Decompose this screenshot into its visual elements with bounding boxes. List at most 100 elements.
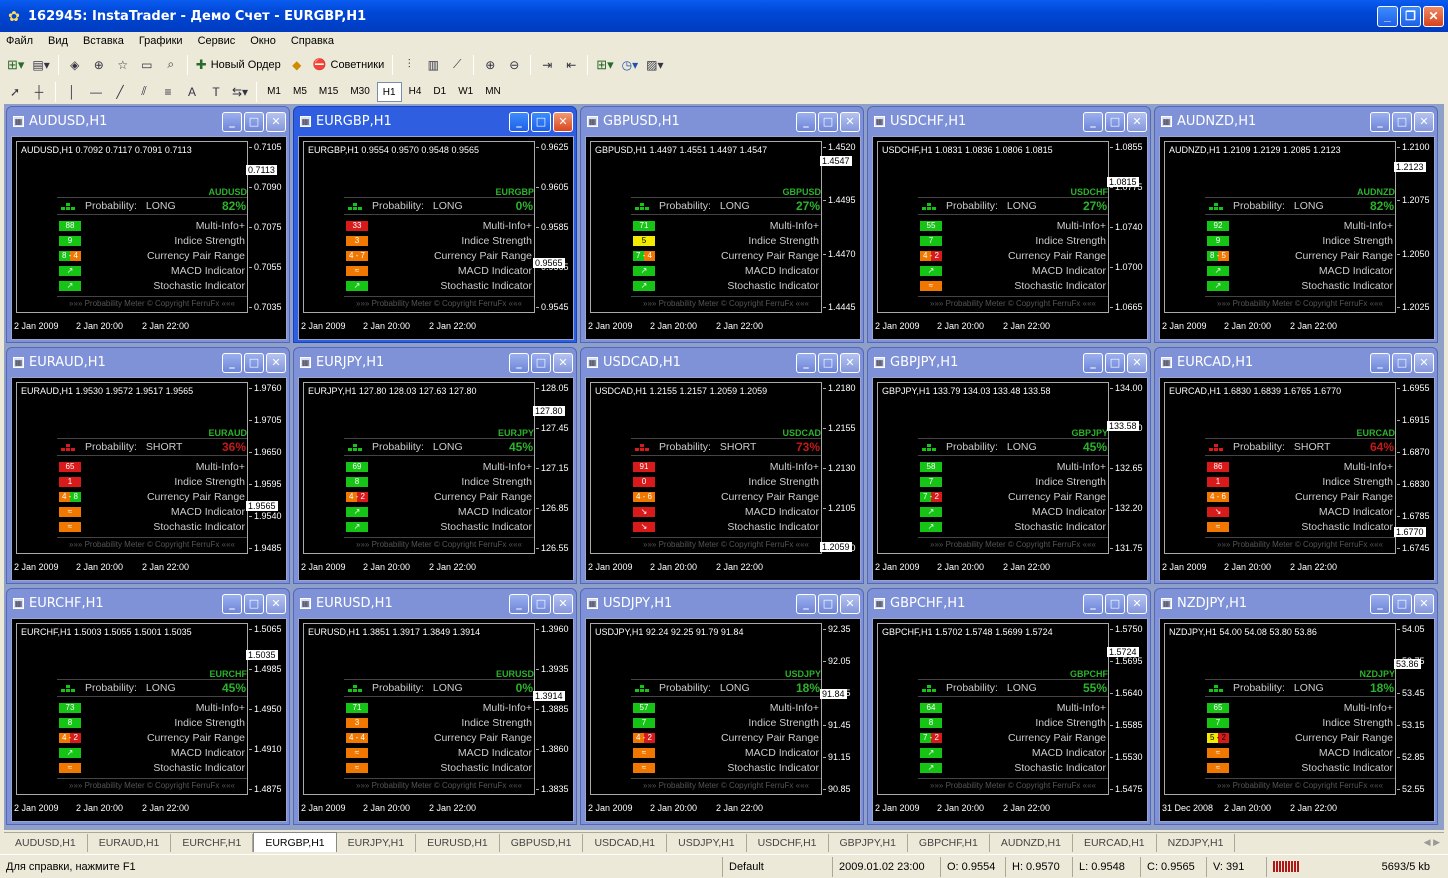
chart-window-titlebar[interactable]: ▦ GBPJPY,H1 _ □ ✕ xyxy=(868,348,1150,377)
menu-window[interactable]: Окно xyxy=(250,35,276,47)
chart-window[interactable]: ▦ EURUSD,H1 _ □ ✕ EURUSD,H1 1.3851 1.3917 1.3… xyxy=(293,588,577,825)
chart-window[interactable]: ▦ GBPUSD,H1 _ □ ✕ GBPUSD,H1 1.4497 1.4551 1.4… xyxy=(580,106,864,343)
chart-plot[interactable]: EURCAD,H1 1.6830 1.6839 1.6765 1.6770 EUR… xyxy=(1164,382,1396,554)
chart-minimize-button[interactable]: _ xyxy=(1370,112,1390,132)
chart-window-titlebar[interactable]: ▦ GBPUSD,H1 _ □ ✕ xyxy=(581,107,863,136)
chart-minimize-button[interactable]: _ xyxy=(509,594,529,614)
chart-shift-button[interactable]: ⇤ xyxy=(560,54,582,76)
chart-close-button[interactable]: ✕ xyxy=(553,353,573,373)
chart-maximize-button[interactable]: □ xyxy=(1392,594,1412,614)
chart-minimize-button[interactable]: _ xyxy=(1083,353,1103,373)
chart-tab[interactable]: AUDNZD,H1 xyxy=(990,834,1073,852)
chart-plot[interactable]: GBPUSD,H1 1.4497 1.4551 1.4497 1.4547 GBP… xyxy=(590,141,822,313)
chart-close-button[interactable]: ✕ xyxy=(266,353,286,373)
chart-close-button[interactable]: ✕ xyxy=(1127,594,1147,614)
chart-area[interactable]: GBPJPY,H1 133.79 134.03 133.48 133.58 GBP… xyxy=(872,377,1148,581)
chart-tab[interactable]: AUDUSD,H1 xyxy=(4,834,88,852)
cursor-tool[interactable]: ➚ xyxy=(4,81,26,103)
chart-area[interactable]: GBPCHF,H1 1.5702 1.5748 1.5699 1.5724 GBP… xyxy=(872,618,1148,822)
text-tool[interactable]: A xyxy=(181,81,203,103)
chart-window[interactable]: ▦ EURCHF,H1 _ □ ✕ EURCHF,H1 1.5003 1.5055 1.5… xyxy=(6,588,290,825)
bar-chart-button[interactable]: ⫶ xyxy=(398,54,420,76)
menu-charts[interactable]: Графики xyxy=(139,35,183,47)
chart-tab[interactable]: EURJPY,H1 xyxy=(337,834,417,852)
chart-plot[interactable]: GBPCHF,H1 1.5702 1.5748 1.5699 1.5724 GBP… xyxy=(877,623,1109,795)
chart-maximize-button[interactable]: □ xyxy=(1105,594,1125,614)
chart-maximize-button[interactable]: □ xyxy=(244,594,264,614)
chart-area[interactable]: EURJPY,H1 127.80 128.03 127.63 127.80 EUR… xyxy=(298,377,574,581)
periods-button[interactable]: ◷▾ xyxy=(619,54,642,76)
chart-close-button[interactable]: ✕ xyxy=(553,594,573,614)
chart-close-button[interactable]: ✕ xyxy=(266,594,286,614)
candlestick-button[interactable]: ▥ xyxy=(422,54,444,76)
chart-window-titlebar[interactable]: ▦ EURAUD,H1 _ □ ✕ xyxy=(7,348,289,377)
chart-plot[interactable]: EURJPY,H1 127.80 128.03 127.63 127.80 EUR… xyxy=(303,382,535,554)
chart-maximize-button[interactable]: □ xyxy=(818,353,838,373)
chart-minimize-button[interactable]: _ xyxy=(509,112,529,132)
line-chart-button[interactable]: ⟋ xyxy=(446,54,468,76)
chart-tab[interactable]: EURUSD,H1 xyxy=(416,834,500,852)
new-order-button[interactable]: ✚ Новый Ордер xyxy=(193,54,284,76)
chart-tab[interactable]: GBPCHF,H1 xyxy=(908,834,990,852)
chart-window-titlebar[interactable]: ▦ EURGBP,H1 _ □ ✕ xyxy=(294,107,576,136)
arrows-tool[interactable]: ⇆▾ xyxy=(229,81,251,103)
chart-maximize-button[interactable]: □ xyxy=(531,594,551,614)
chart-tab[interactable]: EURGBP,H1 xyxy=(253,832,337,852)
tf-mn[interactable]: MN xyxy=(480,82,506,102)
indicators-button[interactable]: ⊞▾ xyxy=(593,54,616,76)
menu-file[interactable]: Файл xyxy=(6,35,33,47)
chart-area[interactable]: USDCAD,H1 1.2155 1.2157 1.2059 1.2059 USD… xyxy=(585,377,861,581)
chart-area[interactable]: EURUSD,H1 1.3851 1.3917 1.3849 1.3914 EUR… xyxy=(298,618,574,822)
chart-minimize-button[interactable]: _ xyxy=(222,594,242,614)
chart-window[interactable]: ▦ USDCAD,H1 _ □ ✕ USDCAD,H1 1.2155 1.2157 1.2… xyxy=(580,347,864,584)
chart-close-button[interactable]: ✕ xyxy=(553,112,573,132)
chart-window[interactable]: ▦ EURAUD,H1 _ □ ✕ EURAUD,H1 1.9530 1.9572 1.9… xyxy=(6,347,290,584)
profiles-button[interactable]: ▤▾ xyxy=(29,54,52,76)
chart-close-button[interactable]: ✕ xyxy=(840,112,860,132)
channel-tool[interactable]: ⫽ xyxy=(133,81,155,103)
chart-plot[interactable]: EURGBP,H1 0.9554 0.9570 0.9548 0.9565 EUR… xyxy=(303,141,535,313)
chart-area[interactable]: EURCAD,H1 1.6830 1.6839 1.6765 1.6770 EUR… xyxy=(1159,377,1435,581)
chart-window[interactable]: ▦ AUDNZD,H1 _ □ ✕ AUDNZD,H1 1.2109 1.2129 1.2… xyxy=(1154,106,1438,343)
chart-tab[interactable]: USDCHF,H1 xyxy=(747,834,829,852)
chart-tab[interactable]: NZDJPY,H1 xyxy=(1157,834,1236,852)
chart-minimize-button[interactable]: _ xyxy=(796,353,816,373)
minimize-button[interactable]: _ xyxy=(1377,6,1398,27)
menu-insert[interactable]: Вставка xyxy=(83,35,124,47)
zoom-in-button[interactable]: ⊕ xyxy=(479,54,501,76)
terminal-button[interactable]: ▭ xyxy=(136,54,158,76)
chart-maximize-button[interactable]: □ xyxy=(531,353,551,373)
chart-window[interactable]: ▦ EURJPY,H1 _ □ ✕ EURJPY,H1 127.80 128.03 127… xyxy=(293,347,577,584)
tf-m5[interactable]: M5 xyxy=(288,82,312,102)
chart-window[interactable]: ▦ GBPCHF,H1 _ □ ✕ GBPCHF,H1 1.5702 1.5748 1.5… xyxy=(867,588,1151,825)
chart-plot[interactable]: USDCHF,H1 1.0831 1.0836 1.0806 1.0815 USD… xyxy=(877,141,1109,313)
chart-close-button[interactable]: ✕ xyxy=(1414,112,1434,132)
chart-maximize-button[interactable]: □ xyxy=(244,112,264,132)
maximize-button[interactable]: ❐ xyxy=(1400,6,1421,27)
chart-plot[interactable]: USDJPY,H1 92.24 92.25 91.79 91.84 USDJPY P… xyxy=(590,623,822,795)
chart-window-titlebar[interactable]: ▦ USDJPY,H1 _ □ ✕ xyxy=(581,589,863,618)
templates-button[interactable]: ▨▾ xyxy=(643,54,666,76)
tab-scroll-arrows[interactable]: ◀ ▶ xyxy=(1424,837,1440,848)
data-window-button[interactable]: ⊕ xyxy=(88,54,110,76)
chart-close-button[interactable]: ✕ xyxy=(840,353,860,373)
chart-window-titlebar[interactable]: ▦ USDCHF,H1 _ □ ✕ xyxy=(868,107,1150,136)
tf-m30[interactable]: M30 xyxy=(345,82,374,102)
tf-h4[interactable]: H4 xyxy=(404,82,427,102)
chart-area[interactable]: AUDNZD,H1 1.2109 1.2129 1.2085 1.2123 AUD… xyxy=(1159,136,1435,340)
vertical-line-tool[interactable]: │ xyxy=(61,81,83,103)
chart-area[interactable]: EURCHF,H1 1.5003 1.5055 1.5001 1.5035 EUR… xyxy=(11,618,287,822)
autoscroll-button[interactable]: ⇥ xyxy=(536,54,558,76)
chart-window[interactable]: ▦ AUDUSD,H1 _ □ ✕ AUDUSD,H1 0.7092 0.7117 0.7… xyxy=(6,106,290,343)
chart-plot[interactable]: NZDJPY,H1 54.00 54.08 53.80 53.86 NZDJPY P… xyxy=(1164,623,1396,795)
chart-tab[interactable]: EURAUD,H1 xyxy=(88,834,172,852)
chart-area[interactable]: USDJPY,H1 92.24 92.25 91.79 91.84 USDJPY P… xyxy=(585,618,861,822)
close-button[interactable]: ✕ xyxy=(1423,6,1444,27)
navigator-button[interactable]: ☆ xyxy=(112,54,134,76)
fibonacci-tool[interactable]: ≡ xyxy=(157,81,179,103)
chart-maximize-button[interactable]: □ xyxy=(531,112,551,132)
menu-tools[interactable]: Сервис xyxy=(198,35,236,47)
chart-window-titlebar[interactable]: ▦ EURJPY,H1 _ □ ✕ xyxy=(294,348,576,377)
chart-area[interactable]: AUDUSD,H1 0.7092 0.7117 0.7091 0.7113 AUD… xyxy=(11,136,287,340)
chart-minimize-button[interactable]: _ xyxy=(1370,594,1390,614)
